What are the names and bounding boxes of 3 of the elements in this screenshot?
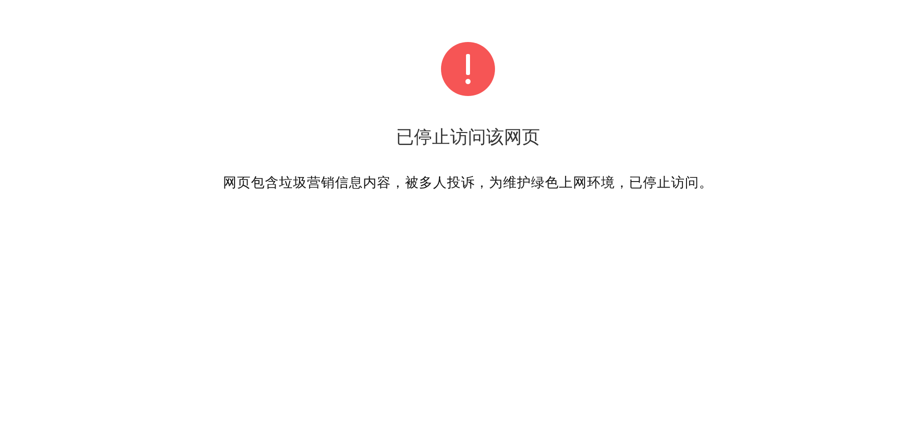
warning-icon: [441, 42, 495, 96]
notice-message: 网页包含垃圾营销信息内容，被多人投诉，为维护绿色上网环境，已停止访问。: [223, 174, 713, 193]
page-title: 已停止访问该网页: [396, 126, 540, 150]
